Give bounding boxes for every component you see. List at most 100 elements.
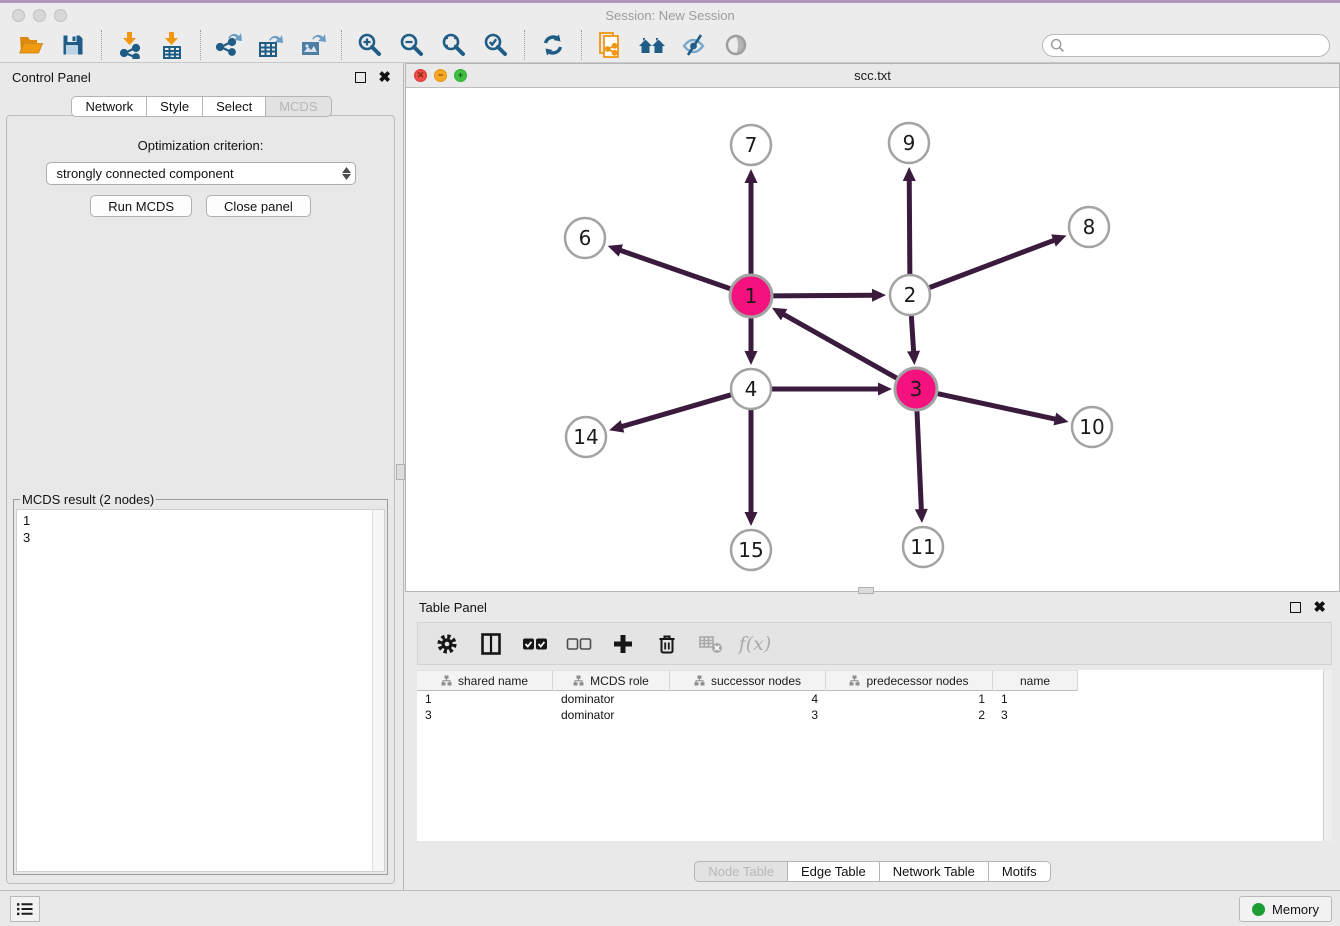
list-icon [16,902,34,916]
graph-edge[interactable] [929,240,1056,288]
zoom-selected-icon[interactable] [481,31,511,59]
search-field[interactable] [1042,34,1330,57]
gear-icon[interactable] [434,631,460,657]
column-header[interactable]: predecessor nodes [826,670,993,691]
network-canvas[interactable]: 7968124314101511 [406,88,1339,591]
column-header[interactable]: successor nodes [670,670,826,691]
float-table-panel-icon[interactable] [1290,602,1301,613]
table-scrollbar[interactable] [1323,670,1332,841]
table-cell[interactable]: 1 [417,691,553,707]
memory-button[interactable]: Memory [1239,896,1332,922]
graph-edge[interactable] [936,393,1057,419]
network-window-titlebar[interactable]: ✕ − + scc.txt [406,64,1339,88]
tab-mcds[interactable]: MCDS [266,96,331,117]
mcds-result-title: MCDS result (2 nodes) [20,492,156,507]
column-header-label: predecessor nodes [866,674,968,688]
mcds-result-scrollbar[interactable] [372,510,384,871]
open-file-icon[interactable] [16,31,46,59]
column-tree-icon [849,675,860,686]
export-image-icon[interactable] [298,31,328,59]
panel-resize-handle-vertical[interactable] [396,464,405,480]
tab-node-table[interactable]: Node Table [694,861,788,882]
first-neighbors-icon[interactable] [637,31,667,59]
tab-select[interactable]: Select [203,96,266,117]
unselect-all-icon[interactable] [566,631,592,657]
select-all-icon[interactable] [522,631,548,657]
float-panel-icon[interactable] [355,72,366,83]
split-panel-icon[interactable] [478,631,504,657]
toolbar-separator [200,30,201,60]
table-cell[interactable]: 1 [993,691,1078,707]
function-builder-label: f(x) [739,633,772,655]
tab-network-table[interactable]: Network Table [880,861,989,882]
table-cell[interactable]: 3 [993,707,1078,723]
graph-node-label: 9 [903,131,916,155]
panel-resize-handle-horizontal[interactable] [858,587,874,594]
table-row[interactable]: 3dominator323 [417,707,1332,723]
graph-edge[interactable] [621,395,732,427]
network-graph: 7968124314101511 [406,88,1340,591]
table-cell[interactable]: 4 [670,691,826,707]
graph-edge-arrowhead [608,244,623,256]
mcds-result-textarea[interactable]: 1 3 [16,509,385,872]
table-header-row: shared name MCDS rolesuccessor nodes prede… [417,670,1332,691]
graph-edge[interactable] [917,409,922,511]
graph-node-label: 8 [1083,215,1096,239]
show-panels-button[interactable] [10,896,40,922]
table-cell[interactable]: 3 [670,707,826,723]
table-row[interactable]: 1dominator411 [417,691,1332,707]
graph-edge-arrowhead [1053,413,1068,426]
export-table-icon[interactable] [256,31,286,59]
table-cell[interactable]: 2 [826,707,993,723]
destroy-table-icon[interactable] [698,631,724,657]
table-cell[interactable]: 3 [417,707,553,723]
function-builder-icon[interactable]: f(x) [742,631,768,657]
tab-motifs[interactable]: Motifs [989,861,1051,882]
graph-edge[interactable] [619,250,732,290]
zoom-fit-icon[interactable] [439,31,469,59]
eye-icon[interactable] [721,31,751,59]
zoom-in-icon[interactable] [355,31,385,59]
column-header-label: shared name [458,674,528,688]
network-title: scc.txt [406,68,1339,83]
column-header[interactable]: MCDS role [553,670,670,691]
memory-status-icon [1252,903,1265,916]
tab-network[interactable]: Network [71,96,147,117]
toolbar-separator [581,30,582,60]
save-session-icon[interactable] [58,31,88,59]
clone-network-icon[interactable] [595,31,625,59]
add-column-icon[interactable] [610,631,636,657]
delete-column-icon[interactable] [654,631,680,657]
graph-edge-arrowhead [872,289,886,302]
optimization-criterion-select[interactable]: strongly connected component [46,162,356,185]
tab-style[interactable]: Style [147,96,203,117]
export-network-icon[interactable] [214,31,244,59]
column-header[interactable]: shared name [417,670,553,691]
graph-node-label: 11 [910,535,935,559]
graph-edge[interactable] [909,179,910,275]
table-cell[interactable]: dominator [553,707,670,723]
tab-edge-table[interactable]: Edge Table [788,861,880,882]
table-cell[interactable]: 1 [826,691,993,707]
graph-edge-arrowhead [745,512,758,526]
search-input[interactable] [1065,36,1329,54]
zoom-out-icon[interactable] [397,31,427,59]
control-panel-title: Control Panel [12,70,91,85]
run-mcds-button[interactable]: Run MCDS [90,195,192,217]
column-header[interactable]: name [993,670,1078,691]
graph-node-label: 6 [579,226,592,250]
close-panel-icon[interactable]: ✖ [378,72,391,83]
graph-edge[interactable] [771,295,874,296]
refresh-icon[interactable] [538,31,568,59]
import-table-icon[interactable] [157,31,187,59]
graph-node-label: 7 [745,133,758,157]
graph-edge[interactable] [911,315,913,353]
close-panel-button[interactable]: Close panel [206,195,311,217]
close-table-panel-icon[interactable]: ✖ [1313,602,1326,613]
graph-edge[interactable] [782,314,898,380]
table-cell[interactable]: dominator [553,691,670,707]
hide-details-icon[interactable] [679,31,709,59]
graph-node-label: 14 [573,425,598,449]
graph-node-label: 10 [1079,415,1104,439]
import-network-icon[interactable] [115,31,145,59]
